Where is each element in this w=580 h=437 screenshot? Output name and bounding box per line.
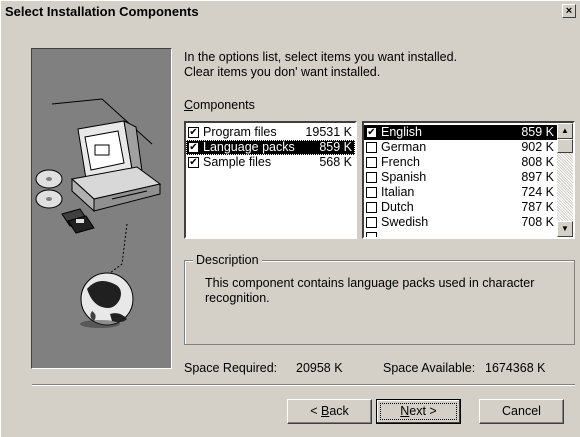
arrow-down-icon: ▼	[561, 224, 569, 233]
scroll-up-button[interactable]: ▲	[557, 123, 573, 139]
computer-globe-illustration	[35, 98, 162, 328]
separator	[32, 384, 575, 386]
description-group: Description This component contains lang…	[184, 253, 575, 345]
space-available-value: 1674368 K	[485, 361, 546, 375]
language-size: 897 K	[521, 170, 554, 184]
check-icon: ✔	[189, 157, 198, 168]
checkbox[interactable]	[366, 217, 377, 228]
language-size: 724 K	[521, 185, 554, 199]
next-button[interactable]: Next >	[376, 399, 461, 424]
check-icon: ✔	[189, 127, 198, 138]
language-name: German	[381, 140, 427, 154]
description-title: Description	[193, 253, 262, 267]
check-icon: ✔	[367, 127, 376, 138]
space-required-label: Space Required:	[184, 361, 278, 375]
list-item[interactable]: Italian 724 K	[364, 185, 557, 200]
list-item-partial[interactable]	[364, 230, 557, 237]
check-icon: ✔	[189, 142, 198, 153]
dialog-window: Select Installation Components × In the …	[0, 0, 580, 437]
list-item[interactable]: Spanish 897 K	[364, 170, 557, 185]
list-item[interactable]: German 902 K	[364, 140, 557, 155]
instructions-line-1: In the options list, select items you wa…	[184, 50, 458, 64]
cd-discs-icon	[35, 169, 63, 209]
back-button-rest: ack	[329, 404, 349, 418]
language-name: French	[381, 155, 420, 169]
language-name: Italian	[381, 185, 415, 199]
language-name: Dutch	[381, 200, 414, 214]
components-list[interactable]: ✔ Program files 19531 K ✔ Language packs…	[184, 121, 357, 239]
instructions-text: In the options list, select items you wa…	[184, 50, 457, 80]
space-available-label: Space Available:	[383, 361, 476, 375]
globe-icon	[80, 272, 134, 328]
checkbox[interactable]	[366, 232, 377, 237]
languages-list[interactable]: ✔ English 859 K German 902 K French 808 …	[362, 121, 575, 239]
checkbox[interactable]	[366, 172, 377, 183]
description-text: This component contains language packs u…	[205, 276, 535, 305]
languages-scrollbar[interactable]: ▲ ▼	[557, 123, 573, 237]
component-size: 19531 K	[305, 125, 352, 139]
component-size: 568 K	[319, 155, 352, 169]
component-name: Sample files	[203, 155, 272, 169]
components-accel: C	[184, 98, 194, 112]
checkbox[interactable]	[366, 202, 377, 213]
component-size: 859 K	[319, 140, 352, 154]
space-required-value: 20958 K	[296, 361, 343, 375]
back-button-prefix: <	[310, 404, 321, 418]
language-size: 808 K	[521, 155, 554, 169]
list-item[interactable]: ✔ Language packs 859 K	[186, 140, 355, 155]
checkbox[interactable]	[366, 187, 377, 198]
language-name: Swedish	[381, 215, 429, 229]
language-name: English	[381, 125, 422, 139]
component-name: Program files	[203, 125, 277, 139]
list-item[interactable]: ✔ Sample files 568 K	[186, 155, 355, 170]
checkbox[interactable]: ✔	[188, 157, 199, 168]
computer-icon	[70, 120, 162, 213]
checkbox[interactable]	[366, 142, 377, 153]
close-icon: ×	[565, 5, 573, 17]
list-item[interactable]: Dutch 787 K	[364, 200, 557, 215]
components-label-rest: omponents	[193, 98, 255, 112]
scroll-down-button[interactable]: ▼	[557, 221, 573, 237]
floppy-disks-icon	[61, 208, 95, 234]
window-title: Select Installation Components	[5, 4, 199, 19]
list-item[interactable]: French 808 K	[364, 155, 557, 170]
list-item[interactable]: ✔ English 859 K	[364, 125, 557, 140]
language-size: 859 K	[521, 125, 554, 139]
cancel-button[interactable]: Cancel	[479, 399, 564, 424]
list-item[interactable]: Swedish 708 K	[364, 215, 557, 230]
close-button[interactable]: ×	[562, 4, 576, 18]
components-label: Components	[184, 98, 255, 112]
checkbox[interactable]: ✔	[188, 142, 199, 153]
checkbox[interactable]: ✔	[188, 127, 199, 138]
language-size: 708 K	[521, 215, 554, 229]
language-name: Spanish	[381, 170, 427, 184]
checkbox[interactable]	[366, 157, 377, 168]
language-size: 902 K	[521, 140, 554, 154]
checkbox[interactable]: ✔	[366, 127, 377, 138]
list-item[interactable]: ✔ Program files 19531 K	[186, 125, 355, 140]
language-size: 787 K	[521, 200, 554, 214]
arrow-up-icon: ▲	[561, 126, 569, 135]
title-bar[interactable]: Select Installation Components ×	[2, 3, 578, 21]
instructions-line-2: Clear items you don' want installed.	[184, 65, 381, 79]
focus-rect	[380, 403, 457, 420]
wizard-illustration	[31, 48, 172, 369]
back-button[interactable]: < Back	[287, 399, 372, 424]
scroll-thumb[interactable]	[557, 139, 573, 153]
component-name: Language packs	[203, 140, 295, 154]
